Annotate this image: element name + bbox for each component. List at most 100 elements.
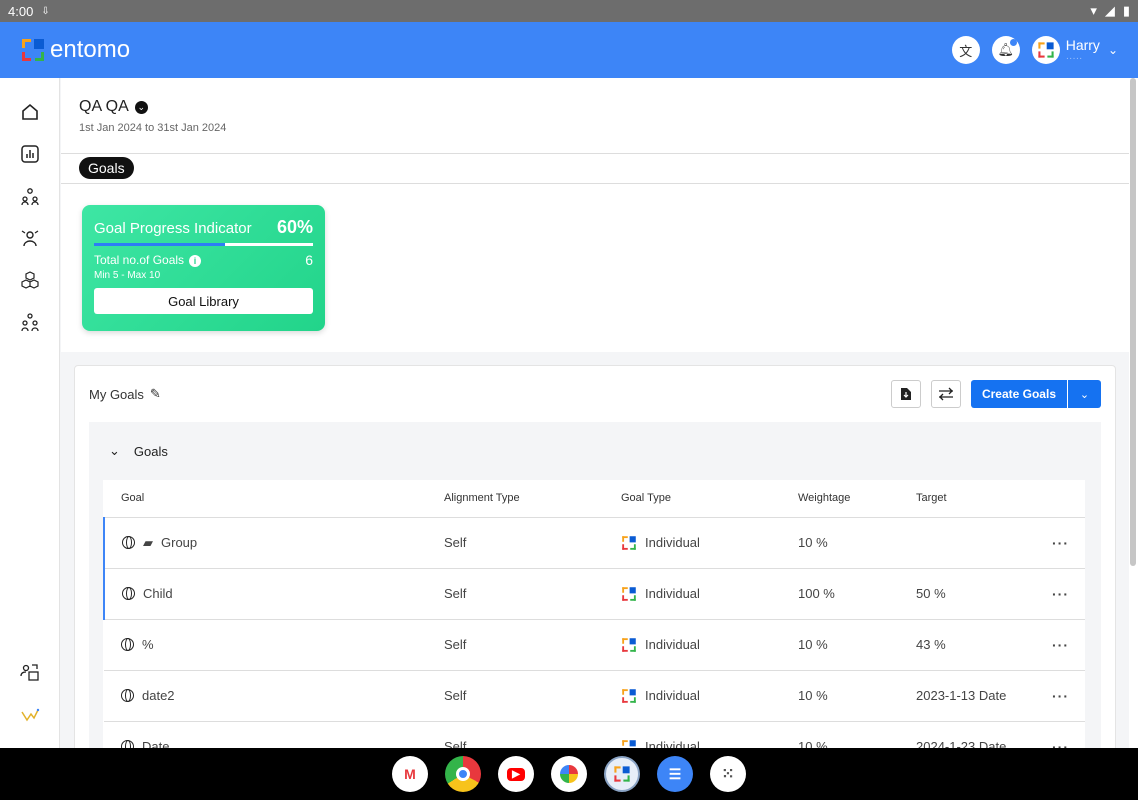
download-button[interactable] xyxy=(890,380,921,408)
notifications-button[interactable]: 🔔︎ xyxy=(991,36,1020,64)
folder-icon: ▰ xyxy=(143,534,153,550)
translate-icon: 文 xyxy=(959,43,973,59)
entomo-logo[interactable]: entomo xyxy=(20,36,130,64)
table-row[interactable]: % Self Individual 10 % 43 % ··· xyxy=(104,619,1085,671)
employee-header: QA QA ⌄ 1st Jan 2024 to 31st Jan 2024 xyxy=(61,78,1129,154)
goal-type-icon xyxy=(621,586,637,602)
cubes-icon[interactable] xyxy=(18,268,42,292)
goal-name[interactable]: Child xyxy=(143,586,173,601)
goal-type: Individual xyxy=(645,688,700,703)
column-header-actions xyxy=(1036,480,1085,518)
sidebar xyxy=(0,78,60,748)
logo-text: entomo xyxy=(50,36,131,63)
user-menu[interactable]: Harry ····· ⌄ xyxy=(1066,37,1118,64)
table-row[interactable]: ▰ Group Self Individual 10 % ··· xyxy=(103,517,1085,569)
weightage: 100 % xyxy=(798,568,916,620)
avatar-logo-icon xyxy=(1038,42,1054,58)
home-icon[interactable] xyxy=(18,100,42,124)
goal-type: Individual xyxy=(645,535,700,550)
analytics-icon[interactable] xyxy=(18,142,42,166)
messages-icon[interactable]: ☰ xyxy=(657,756,693,792)
globe-icon xyxy=(121,638,134,651)
switch-user-icon[interactable] xyxy=(18,660,42,684)
people-icon[interactable] xyxy=(18,226,42,250)
table-header-row: Goal Alignment Type Goal Type Weightage … xyxy=(104,480,1085,518)
goal-min-max: Min 5 - Max 10 xyxy=(94,270,161,281)
goal-type-icon xyxy=(621,688,637,704)
signal-icon: ◢ xyxy=(1104,3,1115,18)
table-row[interactable]: Child Self Individual 100 % 50 % ··· xyxy=(103,568,1085,620)
target: 2024-1-23 Date xyxy=(916,721,1036,748)
edit-pencil-icon[interactable]: ✎ xyxy=(150,386,161,402)
photos-pinwheel-icon xyxy=(560,765,578,783)
user-subtitle: ····· xyxy=(1065,52,1083,64)
target: 2023-1-13 Date xyxy=(916,670,1036,722)
alignment-type: Self xyxy=(444,670,621,722)
alignment-type: Self xyxy=(444,721,621,748)
weightage: 10 % xyxy=(798,670,916,722)
scrollbar-thumb[interactable] xyxy=(1130,78,1136,566)
more-options-icon[interactable]: ··· xyxy=(1036,517,1085,569)
goal-type-icon xyxy=(621,739,637,748)
globe-icon xyxy=(122,587,135,600)
app-drawer-icon[interactable]: ⁙ xyxy=(710,756,746,792)
goal-library-button[interactable]: Goal Library xyxy=(94,288,313,314)
trend-icon[interactable] xyxy=(18,703,42,727)
status-time: 4:00 xyxy=(8,3,34,19)
employee-selector[interactable]: QA QA ⌄ xyxy=(79,98,1111,116)
target xyxy=(916,517,1036,569)
my-goals-panel: My Goals ✎ Create Goals ⌄ ⌄ Goals Goal A… xyxy=(74,365,1116,748)
battery-icon: ▮ xyxy=(1122,3,1130,18)
create-goals-label[interactable]: Create Goals xyxy=(970,380,1067,408)
goals-group-header[interactable]: ⌄ Goals xyxy=(103,422,1087,480)
more-options-icon[interactable]: ··· xyxy=(1036,721,1085,748)
dropdown-circle-icon: ⌄ xyxy=(134,100,148,114)
goal-name[interactable]: % xyxy=(142,637,154,652)
employee-name: QA QA xyxy=(79,98,129,115)
chevron-down-icon: ⌄ xyxy=(1107,43,1118,57)
globe-icon xyxy=(122,536,135,549)
my-goals-title: My Goals xyxy=(89,386,144,402)
more-options-icon[interactable]: ··· xyxy=(1036,619,1085,671)
entomo-app-icon[interactable] xyxy=(604,756,640,792)
goal-name[interactable]: Group xyxy=(161,535,197,550)
alignment-type: Self xyxy=(444,619,621,671)
translate-button[interactable]: 文 xyxy=(951,36,980,64)
column-header: Goal xyxy=(104,480,444,518)
gmail-icon[interactable]: M xyxy=(392,756,428,792)
more-options-icon[interactable]: ··· xyxy=(1036,670,1085,722)
main-content: QA QA ⌄ 1st Jan 2024 to 31st Jan 2024 Go… xyxy=(61,78,1129,748)
scrollbar[interactable] xyxy=(1129,78,1138,748)
column-header: Alignment Type xyxy=(444,480,621,518)
summary-section: Goal Progress Indicator 60% Total no.of … xyxy=(61,184,1129,352)
goal-name[interactable]: Date xyxy=(142,739,169,748)
create-goals-dropdown[interactable]: ⌄ xyxy=(1067,380,1101,408)
create-goals-button[interactable]: Create Goals ⌄ xyxy=(970,380,1101,408)
column-header: Goal Type xyxy=(621,480,798,518)
youtube-icon[interactable]: ▶ xyxy=(498,756,534,792)
goal-type: Individual xyxy=(645,637,700,652)
photos-icon[interactable] xyxy=(551,756,587,792)
team-icon[interactable] xyxy=(18,184,42,208)
avatar[interactable] xyxy=(1031,36,1060,64)
goal-type-icon xyxy=(621,535,637,551)
table-row[interactable]: date2 Self Individual 10 % 2023-1-13 Date ··· xyxy=(104,670,1085,722)
sort-button[interactable] xyxy=(930,380,961,408)
table-row[interactable]: Date Self Individual 10 % 2024-1-23 Date ··· xyxy=(104,721,1085,748)
total-goals-count: 6 xyxy=(305,252,313,268)
alignment-type: Self xyxy=(444,517,621,569)
goal-progress-card: Goal Progress Indicator 60% Total no.of … xyxy=(82,205,325,331)
goal-name[interactable]: date2 xyxy=(142,688,175,703)
info-icon[interactable]: i xyxy=(189,255,202,267)
goals-table: Goal Alignment Type Goal Type Weightage … xyxy=(103,480,1085,748)
chrome-icon[interactable] xyxy=(445,756,481,792)
hierarchy-icon[interactable] xyxy=(18,310,42,334)
chevron-down-icon: ⌄ xyxy=(109,443,120,458)
entomo-logo-icon xyxy=(20,37,46,63)
more-options-icon[interactable]: ··· xyxy=(1036,568,1085,620)
notification-dot xyxy=(1009,39,1017,46)
goals-group: ⌄ Goals Goal Alignment Type Goal Type We… xyxy=(89,422,1101,748)
download-file-icon xyxy=(900,388,911,400)
weightage: 10 % xyxy=(798,619,916,671)
tab-goals[interactable]: Goals xyxy=(79,157,134,179)
